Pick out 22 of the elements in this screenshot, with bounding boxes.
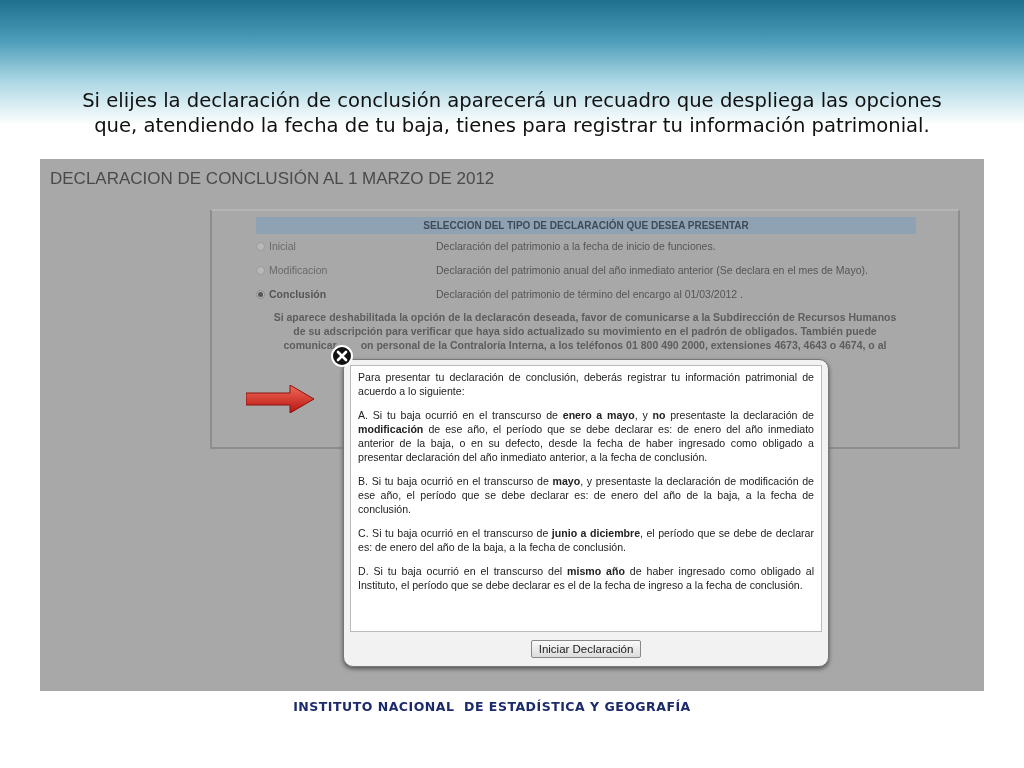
notice-text: Si aparece deshabilitada la opción de la declaracón deseada, favor de comunicarse a la Subdirección de Recursos Humanos — [272, 310, 898, 324]
dialog-text: D. Si tu baja ocurrió en el transcurso del mismo año de haber ingresado como obligado al Instituto, el período que se debe declarar es el de la fecha de ingreso a la fecha de conclusión. — [358, 564, 814, 592]
option-label: Modificacion — [269, 264, 328, 276]
arrow-icon — [246, 385, 314, 413]
notice-text: on personal de la Contraloría Interna, a los teléfonos 01 800 490 2000, extensiones 4673, 4643 o 4674, o al — [360, 338, 887, 352]
notice-text: comunicar — [283, 338, 337, 352]
page-title: DECLARACION DE CONCLUSIÓN AL 1 MARZO DE 2012 — [50, 169, 496, 189]
institute-name: INSTITUTO NACIONAL DE ESTADÍSTICA Y GEOGRAFÍA — [293, 699, 691, 714]
dialog-text: Para presentar tu declaración de conclusión, deberás registrar tu información patrimonial de acuerdo a lo siguiente: — [358, 370, 814, 398]
option-description: Declaración del patrimonio a la fecha de inicio de funciones. — [436, 240, 717, 252]
option-label: Conclusión — [269, 288, 327, 300]
dialog-text: B. Si tu baja ocurrió en el transcurso de mayo, y presentaste la declaración de modificación de ese año, el período que se debe declarar es: de enero del año de la baja, a la fecha de conclusión. — [358, 474, 814, 516]
notice-text: de su adscripción para verificar que haya sido actualizado su movimiento en el padrón de obligados. También puede — [292, 324, 878, 338]
option-description: Declaración del patrimonio anual del año inmediato anterior (Se declara en el mes de Mayo). — [436, 264, 869, 276]
dialog-text: C. Si tu baja ocurrió en el transcurso de junio a diciembre, el período que se debe de declarar es: de enero del año de la baja, a la fecha de conclusión. — [358, 526, 814, 554]
panel-header: SELECCION DEL TIPO DE DECLARACIÓN QUE DESEA PRESENTAR — [256, 217, 916, 234]
radio-button[interactable] — [256, 289, 265, 299]
option-label: Inicial — [269, 240, 296, 252]
option-description: Declaración del patrimonio de término del encargo al 01/03/2012 . — [436, 288, 745, 300]
start-button[interactable]: Iniciar Declaración — [530, 640, 642, 658]
slide-caption: Si elijes la declaración de conclusión aparecerá un recuadro que despliega las opciones que, atendiendo la fecha de tu baja, tienes para registrar tu información patrimonial. — [81, 88, 943, 138]
dialog-text: A. Si tu baja ocurrió en el transcurso de enero a mayo, y no presentaste la declaración de modificación de ese año, el período que se debe declarar es: de enero del año inmediato anterior de la baja, o en su defecto, desde la fecha de haber ingresado como obligado a presentar declaración del año inmediato anterior, a la fecha de conclusión. — [358, 408, 814, 464]
